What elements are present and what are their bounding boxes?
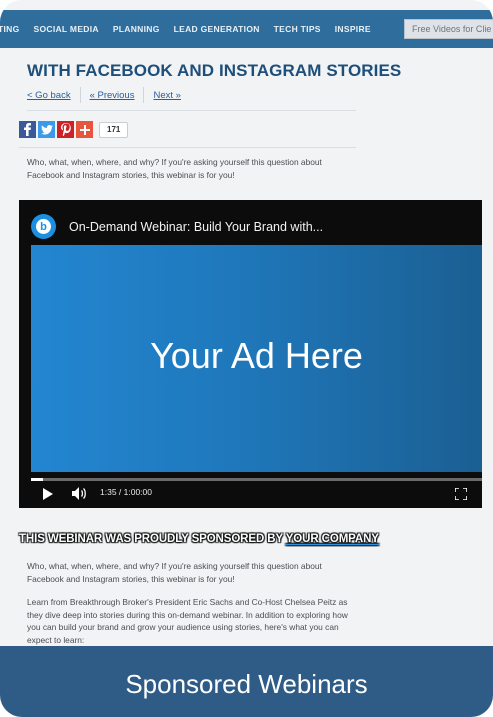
caption-text: Sponsored Webinars <box>125 669 368 699</box>
video-player[interactable]: b On-Demand Webinar: Build Your Brand wi… <box>19 200 482 508</box>
nav-item-planning[interactable]: PLANNING <box>113 24 160 34</box>
progress-fill <box>31 478 43 481</box>
channel-logo-icon[interactable]: b <box>31 214 56 239</box>
share-bar: 171 <box>19 121 129 138</box>
player-controls: 1:35 / 1:00:00 <box>19 484 482 504</box>
logo-letter: b <box>36 219 51 234</box>
twitter-icon[interactable] <box>38 121 55 138</box>
plus-icon[interactable] <box>76 121 93 138</box>
video-title[interactable]: On-Demand Webinar: Build Your Brand with… <box>69 220 323 234</box>
caption-banner: Sponsored Webinars <box>0 646 493 717</box>
top-navigation: TING SOCIAL MEDIA PLANNING LEAD GENERATI… <box>0 10 493 48</box>
nav-item-marketing[interactable]: TING <box>0 24 20 34</box>
pager-divider <box>143 87 145 103</box>
next-link[interactable]: Next » <box>153 90 180 103</box>
nav-item-lead-generation[interactable]: LEAD GENERATION <box>174 24 260 34</box>
previous-link[interactable]: « Previous <box>90 90 135 103</box>
body-paragraph: Learn from Breakthrough Broker's Preside… <box>27 597 348 645</box>
progress-bar[interactable] <box>31 478 482 481</box>
play-icon[interactable] <box>42 487 54 500</box>
divider <box>27 110 356 111</box>
nav-item-social-media[interactable]: SOCIAL MEDIA <box>34 24 99 34</box>
pager: < Go back « Previous Next » <box>27 87 181 103</box>
ad-text: Your Ad Here <box>150 335 363 376</box>
video-time: 1:35 / 1:00:00 <box>100 487 152 497</box>
body-paragraph: Who, what, when, where, and why? If you'… <box>27 561 322 584</box>
free-videos-button[interactable]: Free Videos for Clie <box>404 19 493 39</box>
pager-divider <box>79 87 81 103</box>
sponsor-company-link[interactable]: YOUR COMPANY <box>286 533 379 545</box>
nav-item-tech-tips[interactable]: TECH TIPS <box>274 24 321 34</box>
ad-placeholder[interactable]: Your Ad Here <box>31 245 482 472</box>
video-header: b On-Demand Webinar: Build Your Brand wi… <box>31 214 323 239</box>
go-back-link[interactable]: < Go back <box>27 90 71 103</box>
share-count: 171 <box>99 121 129 138</box>
sponsor-prefix: THIS WEBINAR WAS PROUDLY SPONSORED BY <box>19 533 286 545</box>
facebook-icon[interactable] <box>19 121 36 138</box>
pinterest-icon[interactable] <box>57 121 74 138</box>
nav-items: TING SOCIAL MEDIA PLANNING LEAD GENERATI… <box>0 24 385 34</box>
nav-item-inspire[interactable]: INSPIRE <box>335 24 371 34</box>
page-title: WITH FACEBOOK AND INSTAGRAM STORIES <box>27 61 402 80</box>
screenshot-frame: TING SOCIAL MEDIA PLANNING LEAD GENERATI… <box>0 0 493 717</box>
volume-icon[interactable] <box>72 487 88 500</box>
sponsor-heading: THIS WEBINAR WAS PROUDLY SPONSORED BY YO… <box>19 533 379 545</box>
divider <box>19 147 356 148</box>
fullscreen-icon[interactable] <box>454 487 468 501</box>
intro-paragraph: Who, what, when, where, and why? If you'… <box>27 157 322 180</box>
